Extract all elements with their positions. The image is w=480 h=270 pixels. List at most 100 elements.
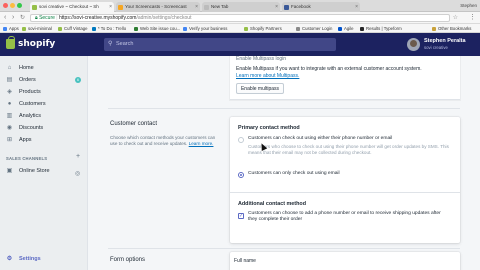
bookmark-label: Shopify Partners xyxy=(250,26,282,31)
bookmark-item[interactable]: sovi-minimal xyxy=(22,24,52,33)
bookmark-item[interactable]: Apps xyxy=(3,24,19,33)
sidebar-item-products[interactable]: ◈ Products xyxy=(0,86,88,98)
apps-icon: ⊞ xyxy=(6,137,13,143)
url-path: /admin/settings/checkout xyxy=(136,15,192,21)
full-name-label: Full name xyxy=(234,258,256,264)
sidebar-item-discounts[interactable]: ◉ Discounts xyxy=(0,122,88,134)
sidebar-item-analytics[interactable]: ▥ Analytics xyxy=(0,110,88,122)
card-divider xyxy=(230,192,460,193)
bookmark-item[interactable]: Shopify Partners xyxy=(244,24,282,33)
sidebar-item-apps[interactable]: ⊞ Apps xyxy=(0,134,88,146)
page-bookmark-icon xyxy=(296,26,300,31)
screencast-favicon-icon xyxy=(118,4,123,10)
form-options-title: Form options xyxy=(110,257,146,263)
section-divider xyxy=(108,248,460,249)
bookmark-label: * To Do : Trello xyxy=(98,26,127,31)
tab-label: New Tab xyxy=(211,4,229,9)
url-input[interactable]: 🔒︎ Secure | https://sovi-creative.myshop… xyxy=(30,14,450,22)
customer-contact-title: Customer contact xyxy=(110,121,158,127)
bookmark-item[interactable]: Results | Typeform xyxy=(360,24,402,33)
tab-label: sovi creative ~ Checkout ~ Sh xyxy=(39,4,99,9)
bookmark-label: Agile xyxy=(344,26,354,31)
bookmark-label: sovi-minimal xyxy=(28,26,52,31)
phone-option-help-text: Customers who choose to check out using … xyxy=(248,144,449,156)
bookmark-label: Verify your business xyxy=(189,26,228,31)
sidebar-item-label: Home xyxy=(19,65,34,71)
analytics-icon: ▥ xyxy=(6,113,13,119)
sidebar-item-customers[interactable]: ● Customers xyxy=(0,98,88,110)
bookmark-item[interactable]: Customer Login xyxy=(296,24,332,33)
customers-icon: ● xyxy=(7,101,12,107)
sidebar-item-label: Online Store xyxy=(19,168,50,174)
site-bookmark-icon xyxy=(134,26,138,31)
lock-icon: 🔒︎ xyxy=(35,15,38,21)
browser-tab[interactable]: sovi creative ~ Checkout ~ Sh × xyxy=(30,2,114,12)
forward-arrow-icon[interactable]: › xyxy=(12,12,14,24)
enable-multipass-button[interactable]: Enable multipass xyxy=(236,83,284,94)
products-icon: ◈ xyxy=(7,89,12,95)
close-tab-icon[interactable]: × xyxy=(195,2,198,12)
close-tab-icon[interactable]: × xyxy=(109,2,112,12)
browser-tab[interactable]: Facebook × xyxy=(282,2,360,12)
close-window-button[interactable] xyxy=(3,3,8,8)
orders-count-badge: 6 xyxy=(75,77,81,83)
browser-profile-name[interactable]: Stephen xyxy=(460,0,477,12)
browser-tab[interactable]: New Tab × xyxy=(202,2,280,12)
bookmark-item[interactable]: Agile xyxy=(338,24,354,33)
phone-or-email-label[interactable]: Customers can check out using either the… xyxy=(248,136,448,142)
bookmark-item[interactable]: Other Bookmarks xyxy=(432,24,471,33)
bookmark-label: Apps xyxy=(9,26,19,31)
discounts-icon: ◉ xyxy=(6,125,13,131)
user-name[interactable]: Stephen Peralta xyxy=(424,38,466,45)
bookmark-item[interactable]: * To Do : Trello xyxy=(92,24,126,33)
search-icon: ⚲ xyxy=(108,41,113,47)
avatar[interactable] xyxy=(407,38,420,51)
search-input[interactable]: ⚲ Search xyxy=(104,38,336,51)
sidebar-item-orders[interactable]: ▤ Orders 6 xyxy=(0,74,88,86)
bookmark-item[interactable]: Web Site issue cou... xyxy=(134,24,180,33)
home-icon: ⌂ xyxy=(7,65,12,71)
browser-tab[interactable]: Your Screencasts - Screencast × xyxy=(116,2,200,12)
sidebar-item-label: Apps xyxy=(19,137,32,143)
url-host: https://sovi-creative.myshopify.com xyxy=(59,15,137,21)
add-channel-icon[interactable]: + xyxy=(76,153,80,160)
bookmarks-bar: Apps sovi-minimal Cuff Vintage * To Do :… xyxy=(0,24,480,33)
email-only-label[interactable]: Customers can only check out using email xyxy=(248,171,448,177)
phone-or-email-radio[interactable] xyxy=(238,137,244,143)
shopify-favicon-icon xyxy=(32,4,37,10)
shopify-bookmark-icon xyxy=(22,26,26,31)
sidebar-item-home[interactable]: ⌂ Home xyxy=(0,62,88,74)
shopify-bag-icon xyxy=(6,36,15,49)
bookmark-item[interactable]: Cuff Vintage xyxy=(58,24,88,33)
sidebar-item-online-store[interactable]: ▣ Online Store ◎ xyxy=(0,165,88,177)
bookmark-label: Web Site issue cou... xyxy=(140,26,181,31)
additional-contact-label[interactable]: Customers can choose to add a phone numb… xyxy=(248,211,448,224)
bookmark-star-icon[interactable]: ☆ xyxy=(453,12,458,24)
email-only-radio[interactable] xyxy=(238,172,244,178)
sidebar: ⌂ Home ▤ Orders 6 ◈ Products ● Customers… xyxy=(0,56,88,270)
sidebar-item-label: Analytics xyxy=(19,113,42,119)
sales-channels-heading: SALES CHANNELS xyxy=(6,156,48,161)
reload-icon[interactable]: ↻ xyxy=(20,12,25,24)
bookmark-label: Cuff Vintage xyxy=(64,26,88,31)
multipass-learn-more-link[interactable]: Learn more about Multipass. xyxy=(236,73,299,79)
back-arrow-icon[interactable]: ‹ xyxy=(4,12,6,24)
sidebar-item-label: Discounts xyxy=(19,125,44,131)
additional-contact-checkbox[interactable]: ✓ xyxy=(238,213,244,219)
bookmark-item[interactable]: Verify your business xyxy=(183,24,227,33)
close-tab-icon[interactable]: × xyxy=(355,2,358,12)
maximize-window-button[interactable] xyxy=(17,3,22,8)
learn-more-link[interactable]: Learn more. xyxy=(189,141,214,146)
new-tab-favicon-icon xyxy=(204,4,209,10)
browser-tab-bar: sovi creative ~ Checkout ~ Sh × Your Scr… xyxy=(0,0,480,12)
address-bar-row: ‹ › ↻ 🔒︎ Secure | https://sovi-creative.… xyxy=(0,12,480,24)
sidebar-item-settings[interactable]: ⚙ Settings xyxy=(0,253,88,265)
close-tab-icon[interactable]: × xyxy=(275,2,278,12)
browser-menu-icon[interactable]: ⋮ xyxy=(469,12,476,24)
eye-icon[interactable]: ◎ xyxy=(75,168,80,180)
google-bookmark-icon xyxy=(183,26,187,31)
shopify-logo[interactable]: shopify xyxy=(18,38,55,50)
shopify-topbar: shopify ⚲ Search Stephen Peralta sovi cr… xyxy=(0,33,480,56)
bookmark-label: Other Bookmarks xyxy=(438,26,472,31)
minimize-window-button[interactable] xyxy=(10,3,15,8)
